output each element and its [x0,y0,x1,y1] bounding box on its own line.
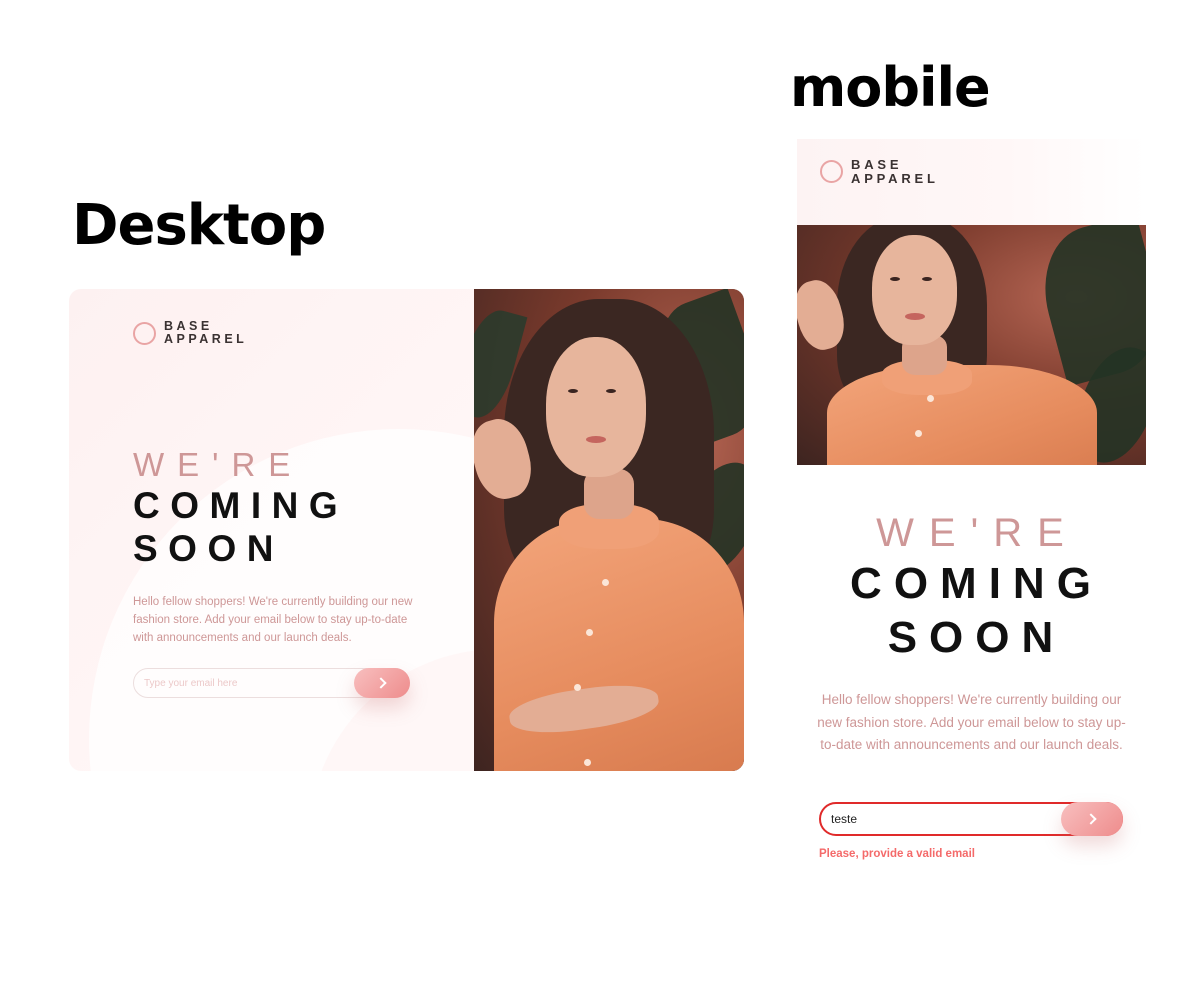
chevron-right-icon [1084,813,1097,825]
email-form [819,802,1123,836]
intro-text: Hello fellow shoppers! We're currently b… [133,596,413,644]
headline-coming: COMING [133,485,349,526]
headline-were: WE'RE [876,511,1079,555]
intro-text: Hello fellow shoppers! We're currently b… [817,692,1126,752]
headline-coming: COMING [850,559,1103,608]
hero-image [474,289,744,771]
email-error-message: Please, provide a valid email [819,848,975,860]
headline: WE'RE COMING SOON [797,509,1146,665]
headline-were: WE'RE [133,446,304,483]
desktop-section-label: Desktop [72,193,326,258]
headline: WE'RE COMING SOON [133,446,348,570]
mobile-section-label: mobile [790,56,991,119]
headline-soon: SOON [887,613,1066,662]
ring-icon [820,160,843,184]
brand-wordmark: BASE APPAREL [851,158,939,185]
ring-icon [133,321,156,345]
mobile-header: BASE APPAREL [797,139,1146,225]
brand-logo[interactable]: BASE APPAREL [133,319,248,347]
desktop-mockup: BASE APPAREL WE'RE COMING SOON Hello fel… [69,289,744,771]
submit-button[interactable] [1061,802,1123,836]
brand-line-2: APPAREL [851,170,939,186]
brand-wordmark: BASE APPAREL [164,319,248,347]
brand-line-2: APPAREL [164,332,248,347]
brand-logo[interactable]: BASE APPAREL [820,158,939,185]
chevron-right-icon [374,677,387,689]
desktop-content-panel: BASE APPAREL WE'RE COMING SOON Hello fel… [69,289,474,771]
submit-button[interactable] [354,668,410,698]
hero-image [797,225,1146,465]
mobile-mockup: BASE APPAREL WE'RE COMING SOON Hello fel… [797,139,1146,879]
email-form [133,668,410,698]
headline-soon: SOON [133,528,284,569]
brand-line-1: BASE [851,157,903,172]
